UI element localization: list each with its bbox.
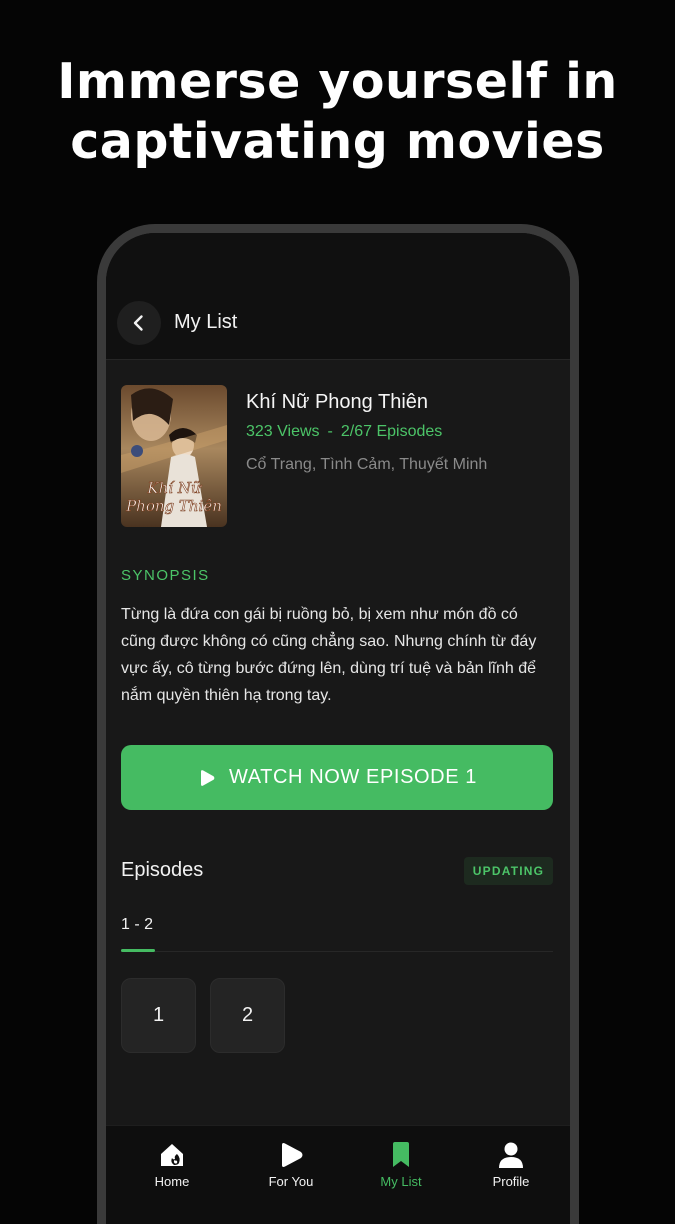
synopsis-text: Từng là đứa con gái bị ruồng bỏ, bị xem … (121, 606, 537, 704)
movie-title: Khí Nữ Phong Thiên (246, 391, 429, 413)
nav-item-for-you[interactable]: For You (251, 1140, 331, 1189)
episode-button-2[interactable]: 2 (210, 978, 285, 1053)
movie-genres: Cổ Trang, Tình Cảm, Thuyết Minh (246, 456, 488, 473)
nav-item-home[interactable]: Home (132, 1140, 212, 1189)
play-bubble-icon (282, 1143, 303, 1167)
nav-label-for-you: For You (268, 1174, 314, 1189)
active-tab-indicator (121, 949, 155, 952)
status-badge: UPDATING (464, 857, 553, 885)
bookmark-icon (393, 1142, 409, 1167)
phone-frame: My List Khí Nữ Phong Thiên Khí Nữ Phong … (97, 224, 579, 1224)
promo-headline-line-2: captivating movies (70, 113, 605, 170)
bottom-navigation: Home For You My List Profile (106, 1125, 570, 1224)
promo-headline: Immerse yourself in captivating movies (0, 52, 675, 172)
play-icon (200, 769, 215, 786)
nav-item-profile[interactable]: Profile (471, 1140, 551, 1189)
user-icon (499, 1142, 523, 1168)
episodes-heading: Episodes (121, 859, 204, 881)
tab-episode-range[interactable]: 1 - 2 (121, 916, 153, 934)
promo-headline-line-1: Immerse yourself in (57, 53, 618, 110)
poster-image: Khí Nữ Phong Thiên (121, 385, 227, 527)
movie-meta: 323 Views -2/67 Episodes (246, 423, 442, 441)
svg-text:Khí Nữ: Khí Nữ (146, 479, 202, 497)
watch-now-label: WATCH NOW EPISODE 1 (228, 766, 478, 788)
views-count: 323 Views (246, 423, 320, 440)
synopsis-label: SYNOPSIS (121, 567, 210, 584)
app-header: My List (106, 293, 570, 360)
page-title: My List (174, 311, 238, 333)
status-bar (106, 233, 570, 293)
home-icon (161, 1144, 183, 1166)
meta-separator: - (327, 423, 333, 440)
watch-now-button[interactable]: WATCH NOW EPISODE 1 (121, 745, 553, 810)
nav-label-my-list: My List (380, 1174, 422, 1189)
back-button[interactable] (117, 301, 161, 345)
chevron-left-icon (133, 315, 143, 331)
phone-screen: My List Khí Nữ Phong Thiên Khí Nữ Phong … (106, 233, 570, 1224)
nav-item-my-list[interactable]: My List (361, 1140, 441, 1189)
movie-poster[interactable]: Khí Nữ Phong Thiên (121, 385, 227, 527)
episodes-progress: 2/67 Episodes (340, 423, 443, 440)
tabs-divider (121, 951, 553, 952)
svg-text:Phong Thiên: Phong Thiên (125, 497, 222, 515)
nav-label-home: Home (154, 1174, 190, 1189)
nav-label-profile: Profile (492, 1174, 530, 1189)
episode-button-1[interactable]: 1 (121, 978, 196, 1053)
